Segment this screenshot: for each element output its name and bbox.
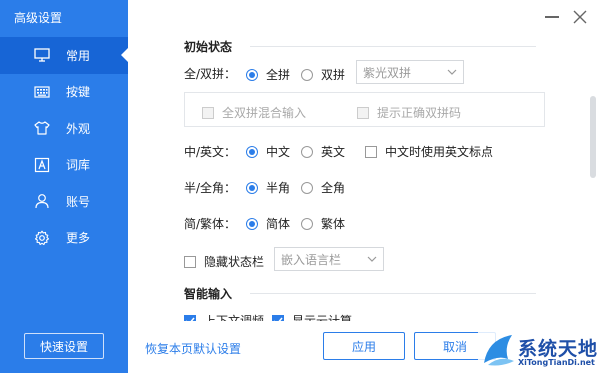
select-value: 嵌入语言栏 [281, 252, 342, 267]
radio-indicator [301, 217, 313, 230]
gear-icon [34, 230, 50, 246]
apply-button[interactable]: 应用 [323, 332, 405, 360]
watermark-text: 系统天地 [518, 338, 599, 360]
radio-label: 中文 [266, 145, 291, 159]
sidebar: 高级设置 常用 按键 外观 词库 账号 更多 快速设置 [0, 0, 128, 373]
radio-indicator [246, 68, 258, 81]
divider [250, 46, 536, 47]
language-label: 中/英文： [184, 145, 237, 159]
width-label: 半/全角： [184, 181, 237, 195]
checkbox-label: 提示正确双拼码 [377, 106, 462, 120]
quick-settings-button[interactable]: 快速设置 [24, 333, 104, 359]
checkbox-mixed-input[interactable]: 全双拼混合输入 [202, 104, 306, 121]
checkbox-show-hint[interactable]: 提示正确双拼码 [357, 104, 461, 121]
checkbox-english-punctuation[interactable]: 中文时使用英文标点 [365, 143, 493, 160]
radio-half-width[interactable]: 半角 [246, 179, 290, 196]
radio-english[interactable]: 英文 [301, 143, 345, 160]
close-button[interactable] [570, 7, 590, 27]
sidebar-item-label: 按键 [66, 85, 91, 100]
radio-traditional[interactable]: 繁体 [301, 215, 345, 232]
sidebar-item-general[interactable]: 常用 [0, 37, 128, 74]
sidebar-item-label: 常用 [66, 48, 91, 63]
radio-label: 繁体 [321, 217, 346, 231]
radio-indicator [246, 181, 258, 194]
radio-label: 简体 [266, 217, 291, 231]
scrollbar-thumb[interactable] [590, 96, 596, 178]
radio-indicator [246, 145, 258, 158]
sidebar-item-appearance[interactable]: 外观 [0, 110, 128, 147]
radio-label: 英文 [321, 145, 346, 159]
embed-language-bar-select[interactable]: 嵌入语言栏 [274, 247, 384, 271]
double-pinyin-scheme-select[interactable]: 紫光双拼 [356, 60, 464, 84]
radio-label: 半角 [266, 181, 291, 195]
close-icon [573, 10, 587, 24]
dictionary-icon [34, 157, 50, 173]
user-icon [34, 193, 50, 209]
radio-label: 全角 [321, 181, 346, 195]
select-value: 紫光双拼 [363, 65, 412, 80]
shirt-icon [34, 120, 50, 136]
checkbox-label: 隐藏状态栏 [204, 255, 265, 269]
sidebar-item-account[interactable]: 账号 [0, 183, 128, 220]
radio-full-pinyin[interactable]: 全拼 [246, 66, 290, 83]
sidebar-item-label: 外观 [66, 121, 91, 136]
radio-indicator [301, 68, 313, 81]
restore-defaults-link[interactable]: 恢复本页默认设置 [145, 340, 241, 357]
checkbox-label: 全双拼混合输入 [222, 106, 307, 120]
checkbox-indicator [202, 106, 214, 119]
radio-chinese[interactable]: 中文 [246, 143, 290, 160]
checkbox-indicator [184, 255, 196, 268]
radio-indicator [301, 145, 313, 158]
chevron-down-icon [447, 69, 457, 75]
checkbox-label: 中文时使用英文标点 [385, 145, 494, 159]
minimize-button[interactable] [545, 16, 559, 18]
chevron-down-icon [367, 256, 377, 262]
checkbox-indicator [365, 145, 377, 158]
radio-indicator [301, 181, 313, 194]
window-title: 高级设置 [14, 11, 63, 25]
section-title-initial: 初始状态 [184, 40, 233, 54]
sidebar-item-label: 账号 [66, 194, 91, 209]
pinyin-label: 全/双拼： [184, 67, 237, 81]
section-title-smart: 智能输入 [184, 287, 233, 301]
sidebar-nav: 常用 按键 外观 词库 账号 更多 [0, 37, 128, 256]
checkbox-indicator [357, 106, 369, 119]
radio-simplified[interactable]: 简体 [246, 215, 290, 232]
checkbox-hide-statusbar[interactable]: 隐藏状态栏 [184, 253, 264, 270]
radio-full-width[interactable]: 全角 [301, 179, 345, 196]
radio-label: 全拼 [266, 68, 291, 82]
sidebar-item-more[interactable]: 更多 [0, 220, 128, 257]
radio-label: 双拼 [321, 68, 346, 82]
keyboard-icon [34, 84, 50, 100]
settings-window: 高级设置 常用 按键 外观 词库 账号 更多 快速设置 初始状态 全/双拼： 全… [0, 0, 600, 373]
radio-double-pinyin[interactable]: 双拼 [301, 66, 345, 83]
sidebar-item-label: 词库 [66, 158, 91, 173]
watermark-url: XiTongTianDi.net [518, 358, 595, 367]
sidebar-item-label: 更多 [66, 231, 91, 246]
radio-indicator [246, 217, 258, 230]
sidebar-item-keys[interactable]: 按键 [0, 74, 128, 111]
script-label: 简/繁体： [184, 217, 237, 231]
divider [250, 293, 536, 294]
sidebar-item-dictionary[interactable]: 词库 [0, 147, 128, 184]
monitor-icon [34, 47, 50, 63]
